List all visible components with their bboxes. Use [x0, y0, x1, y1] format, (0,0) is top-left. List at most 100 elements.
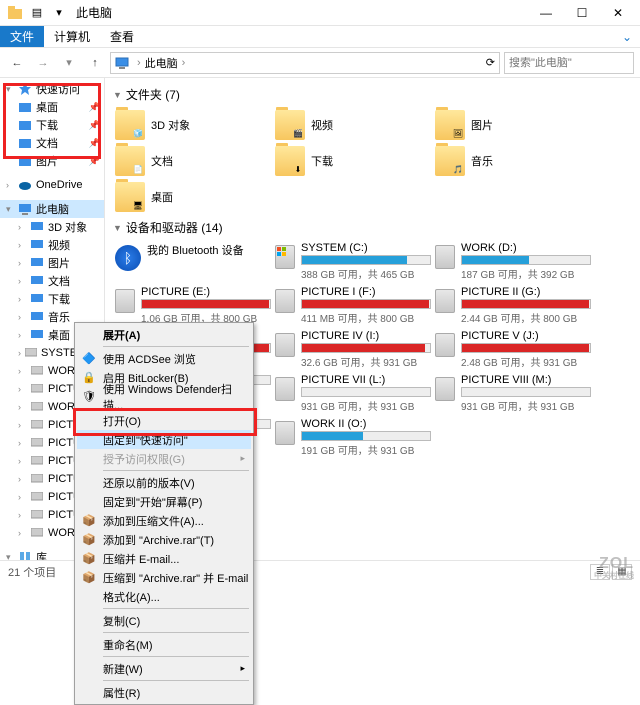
- drive-item[interactable]: WORK (D:)187 GB 可用，共 392 GB: [433, 240, 593, 284]
- minimize-button[interactable]: —: [528, 0, 564, 26]
- tab-view[interactable]: 查看: [100, 26, 144, 47]
- context-menu-item[interactable]: 📦添加到 "Archive.rar"(T): [77, 530, 251, 549]
- drive-item[interactable]: PICTURE IV (I:)32.6 GB 可用，共 931 GB: [273, 328, 433, 372]
- folder-item[interactable]: 🎵音乐: [433, 143, 593, 179]
- context-menu-item[interactable]: 属性(R): [77, 683, 251, 702]
- sidebar-pc-item[interactable]: ›3D 对象: [0, 218, 104, 236]
- folder-item[interactable]: 🖼图片: [433, 107, 593, 143]
- folder-item[interactable]: 📄文档: [113, 143, 273, 179]
- folders-header[interactable]: ▼文件夹 (7): [113, 86, 632, 103]
- pin-icon: 📌: [89, 156, 100, 167]
- context-menu-item[interactable]: 复制(C): [77, 611, 251, 630]
- menu-separator: [103, 470, 249, 471]
- context-menu-item[interactable]: 展开(A): [77, 325, 251, 344]
- context-menu-item[interactable]: 新建(W)▸: [77, 659, 251, 678]
- nav-up-button[interactable]: ↑: [84, 52, 106, 74]
- folder-icon: [30, 238, 44, 252]
- bluetooth-icon: ᛒ: [115, 245, 141, 271]
- drive-item[interactable]: PICTURE V (J:)2.48 GB 可用，共 931 GB: [433, 328, 593, 372]
- folder-icon: [30, 328, 44, 342]
- nav-forward-button[interactable]: →: [32, 52, 54, 74]
- close-button[interactable]: ✕: [600, 0, 636, 26]
- search-input[interactable]: [509, 57, 629, 69]
- drive-capacity: 187 GB 可用，共 392 GB: [461, 266, 591, 281]
- usage-bar: [461, 255, 591, 265]
- sidebar-pc-item[interactable]: ›视频: [0, 236, 104, 254]
- sidebar-onedrive[interactable]: › OneDrive: [0, 176, 104, 194]
- menu-item-icon: 📦: [81, 551, 97, 567]
- context-menu-item[interactable]: 固定到"开始"屏幕(P): [77, 492, 251, 511]
- usage-bar: [301, 387, 431, 397]
- drive-item[interactable]: PICTURE VIII (M:) 931 GB 可用，共 931 GB: [433, 372, 593, 416]
- sidebar-quick-item[interactable]: 文档📌: [0, 134, 104, 152]
- drive-icon: [435, 377, 455, 401]
- drive-item[interactable]: WORK II (O:)191 GB 可用，共 931 GB: [273, 416, 433, 460]
- drive-icon: [30, 490, 44, 504]
- folder-item[interactable]: 🧊3D 对象: [113, 107, 273, 143]
- folder-icon: [18, 136, 32, 150]
- item-count: 21 个项目: [8, 564, 56, 580]
- tab-computer[interactable]: 计算机: [44, 26, 100, 47]
- refresh-button[interactable]: ⟳: [486, 56, 495, 69]
- drive-item[interactable]: SYSTEM (C:)388 GB 可用，共 465 GB: [273, 240, 433, 284]
- context-menu-item[interactable]: 还原以前的版本(V): [77, 473, 251, 492]
- drives-header[interactable]: ▼设备和驱动器 (14): [113, 219, 632, 236]
- qat-dropdown-icon[interactable]: ▾: [52, 6, 66, 20]
- qat-properties-icon[interactable]: ▤: [30, 6, 44, 20]
- menu-item-icon: 📦: [81, 570, 97, 586]
- folder-icon: [30, 256, 44, 270]
- context-menu-item[interactable]: 📦压缩并 E-mail...: [77, 549, 251, 568]
- sidebar-this-pc[interactable]: ▾ 此电脑: [0, 200, 104, 218]
- drive-item[interactable]: PICTURE I (F:)411 MB 可用，共 800 GB: [273, 284, 433, 328]
- drive-capacity: 191 GB 可用，共 931 GB: [301, 442, 431, 457]
- drive-capacity: 931 GB 可用，共 931 GB: [461, 398, 591, 413]
- breadcrumb-item[interactable]: 此电脑: [145, 55, 178, 71]
- context-menu-item[interactable]: 打开(O): [77, 411, 251, 430]
- drive-item[interactable]: PICTURE II (G:)2.44 GB 可用，共 800 GB: [433, 284, 593, 328]
- sidebar-quick-item[interactable]: 下载📌: [0, 116, 104, 134]
- context-menu-item[interactable]: 格式化(A)...: [77, 587, 251, 606]
- folder-icon: [18, 154, 32, 168]
- watermark: ZOL 中关村在线: [594, 556, 634, 580]
- nav-back-button[interactable]: ←: [6, 52, 28, 74]
- folder-icon: [18, 118, 32, 132]
- drive-icon: [115, 289, 135, 313]
- usage-bar: [141, 299, 271, 309]
- drive-name: PICTURE (E:): [141, 286, 271, 298]
- drive-capacity: 32.6 GB 可用，共 931 GB: [301, 354, 431, 369]
- drive-name: SYSTEM (C:): [301, 242, 431, 254]
- drive-name: PICTURE VIII (M:): [461, 374, 591, 386]
- breadcrumb[interactable]: › 此电脑 › ⟳: [110, 52, 500, 74]
- search-box[interactable]: [504, 52, 634, 74]
- context-menu-item[interactable]: 🔷使用 ACDSee 浏览: [77, 349, 251, 368]
- sidebar-pc-item[interactable]: ›文档: [0, 272, 104, 290]
- menu-separator: [103, 680, 249, 681]
- tab-file[interactable]: 文件: [0, 26, 44, 47]
- ribbon-expand-icon[interactable]: ⌄: [614, 26, 640, 47]
- maximize-button[interactable]: ☐: [564, 0, 600, 26]
- folder-icon: [30, 220, 44, 234]
- folder-item[interactable]: 🖥桌面: [113, 179, 273, 215]
- context-menu-item[interactable]: 重命名(M): [77, 635, 251, 654]
- sidebar-quick-item[interactable]: 桌面📌: [0, 98, 104, 116]
- drive-icon: [275, 421, 295, 445]
- folder-item[interactable]: 🎬视频: [273, 107, 433, 143]
- drive-capacity: 2.48 GB 可用，共 931 GB: [461, 354, 591, 369]
- drive-item[interactable]: PICTURE VII (L:)931 GB 可用，共 931 GB: [273, 372, 433, 416]
- drive-item[interactable]: ᛒ我的 Bluetooth 设备: [113, 240, 273, 284]
- context-menu-item[interactable]: 🛡使用 Windows Defender扫描...: [77, 387, 251, 406]
- pin-icon: 📌: [89, 120, 100, 131]
- sidebar-pc-item[interactable]: ›下载: [0, 290, 104, 308]
- sidebar-quick-item[interactable]: 图片📌: [0, 152, 104, 170]
- context-menu-item[interactable]: 授予访问权限(G)▸: [77, 449, 251, 468]
- sidebar-quick-access[interactable]: ▾ 快速访问: [0, 80, 104, 98]
- drive-icon: [435, 333, 455, 357]
- usage-bar: [461, 387, 591, 397]
- folder-item[interactable]: ⬇下载: [273, 143, 433, 179]
- context-menu-item[interactable]: 固定到"快速访问": [77, 430, 251, 449]
- context-menu-item[interactable]: 📦压缩到 "Archive.rar" 并 E-mail: [77, 568, 251, 587]
- nav-recent-button[interactable]: ▾: [58, 52, 80, 74]
- sidebar-pc-item[interactable]: ›图片: [0, 254, 104, 272]
- context-menu-item[interactable]: 📦添加到压缩文件(A)...: [77, 511, 251, 530]
- submenu-arrow-icon: ▸: [240, 663, 245, 674]
